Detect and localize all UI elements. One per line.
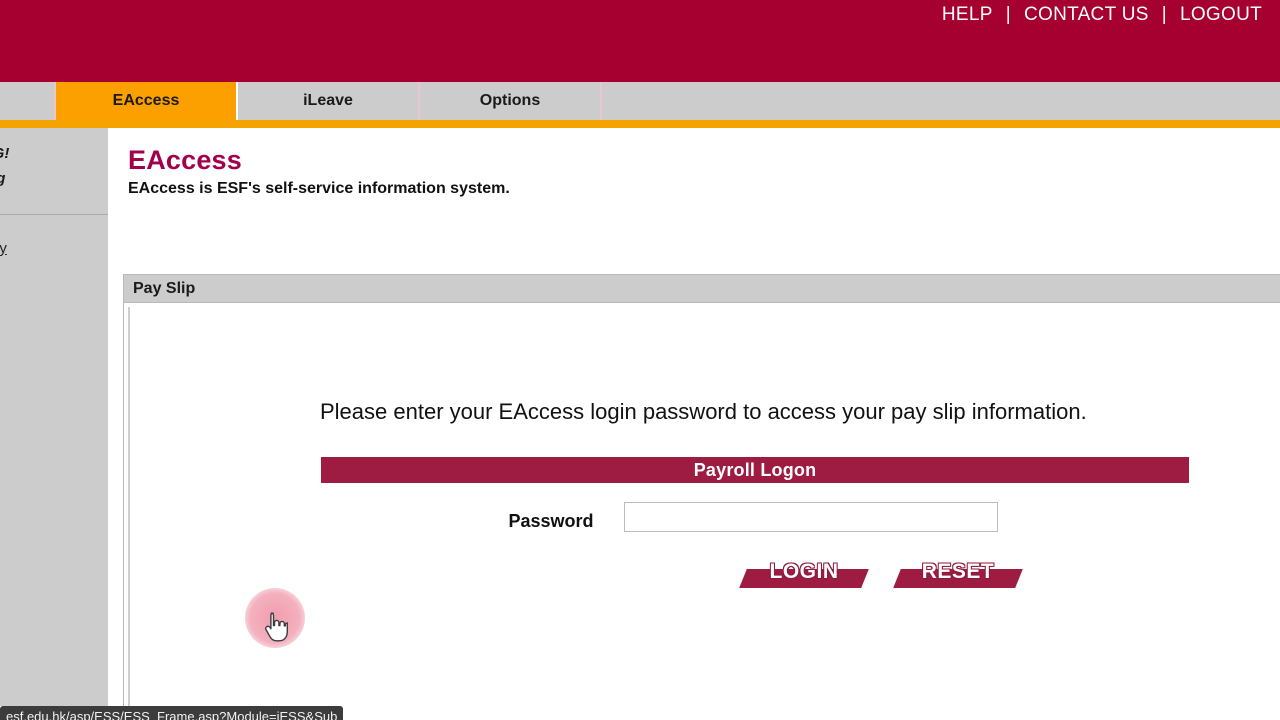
- pay-slip-panel: Pay Slip Please enter your EAccess login…: [123, 274, 1280, 720]
- tab-options[interactable]: Options: [420, 82, 602, 120]
- instruction-text: Please enter your EAccess login password…: [320, 399, 1087, 424]
- sidebar-link-list: Enquiry ry nquiry ge: [0, 215, 108, 355]
- tabbar-left-spacer: [0, 82, 56, 120]
- sidebar-item-3[interactable]: nquiry: [0, 307, 100, 322]
- tabbar-right-filler: [602, 82, 1280, 120]
- password-input[interactable]: [624, 502, 998, 532]
- login-button[interactable]: LOGIN: [739, 555, 869, 589]
- pay-slip-panel-header: Pay Slip: [124, 275, 1280, 303]
- password-field-row: Password: [321, 502, 1189, 544]
- tab-eaccess[interactable]: EAccess: [56, 82, 238, 120]
- sidebar-item-4[interactable]: ge: [0, 340, 100, 355]
- login-button-label: LOGIN: [769, 560, 839, 583]
- tab-options-label: Options: [479, 92, 541, 109]
- tabbar-inner: EAccess iLeave Options: [0, 82, 1280, 120]
- sidebar-greeting: WONG! 15 Aug: [0, 128, 108, 192]
- logout-link[interactable]: LOGOUT: [1176, 4, 1266, 26]
- payroll-logon-bar: Payroll Logon: [321, 457, 1189, 483]
- tabbar-underline: [0, 120, 1280, 128]
- tab-ileave-label: iLeave: [303, 92, 353, 109]
- help-link[interactable]: HELP: [938, 4, 997, 26]
- password-label: Password: [508, 511, 594, 531]
- payroll-logon-title: Payroll Logon: [693, 459, 817, 480]
- tab-eaccess-label: EAccess: [112, 92, 180, 109]
- sidebar-greeting-line2: 15 Aug: [0, 167, 100, 192]
- main-tabbar: EAccess iLeave Options: [0, 82, 1280, 120]
- sidebar-greeting-line1: WONG!: [0, 145, 10, 162]
- nav-separator-1: |: [1005, 4, 1011, 25]
- page-title: EAccess: [128, 145, 242, 175]
- pay-slip-panel-body: Please enter your EAccess login password…: [128, 307, 1280, 720]
- reset-button[interactable]: RESET: [893, 555, 1023, 589]
- main-content: EAccess EAccess is ESF's self-service in…: [112, 128, 1280, 720]
- site-header: HELP | CONTACT US | LOGOUT: [0, 0, 1280, 82]
- tab-ileave[interactable]: iLeave: [238, 82, 420, 120]
- sidebar-item-enquiry[interactable]: Enquiry: [0, 241, 100, 256]
- nav-separator-2: |: [1161, 4, 1167, 25]
- pay-slip-panel-title: Pay Slip: [133, 279, 196, 297]
- page-subtitle: EAccess is ESF's self-service informatio…: [128, 180, 510, 197]
- status-bar-url: esf.edu.hk/asp/ESS/ESS_Frame.asp?Module=…: [0, 706, 344, 720]
- left-sidebar: WONG! 15 Aug Enquiry ry nquiry ge: [0, 128, 110, 706]
- contact-us-link[interactable]: CONTACT US: [1020, 4, 1153, 26]
- form-button-row: LOGIN RESET: [321, 555, 1189, 595]
- browser-page: HELP | CONTACT US | LOGOUT EAccess iLeav…: [0, 0, 1280, 720]
- sidebar-item-2[interactable]: ry: [0, 274, 100, 289]
- reset-button-label: RESET: [921, 560, 995, 583]
- utility-nav: HELP | CONTACT US | LOGOUT: [938, 2, 1266, 28]
